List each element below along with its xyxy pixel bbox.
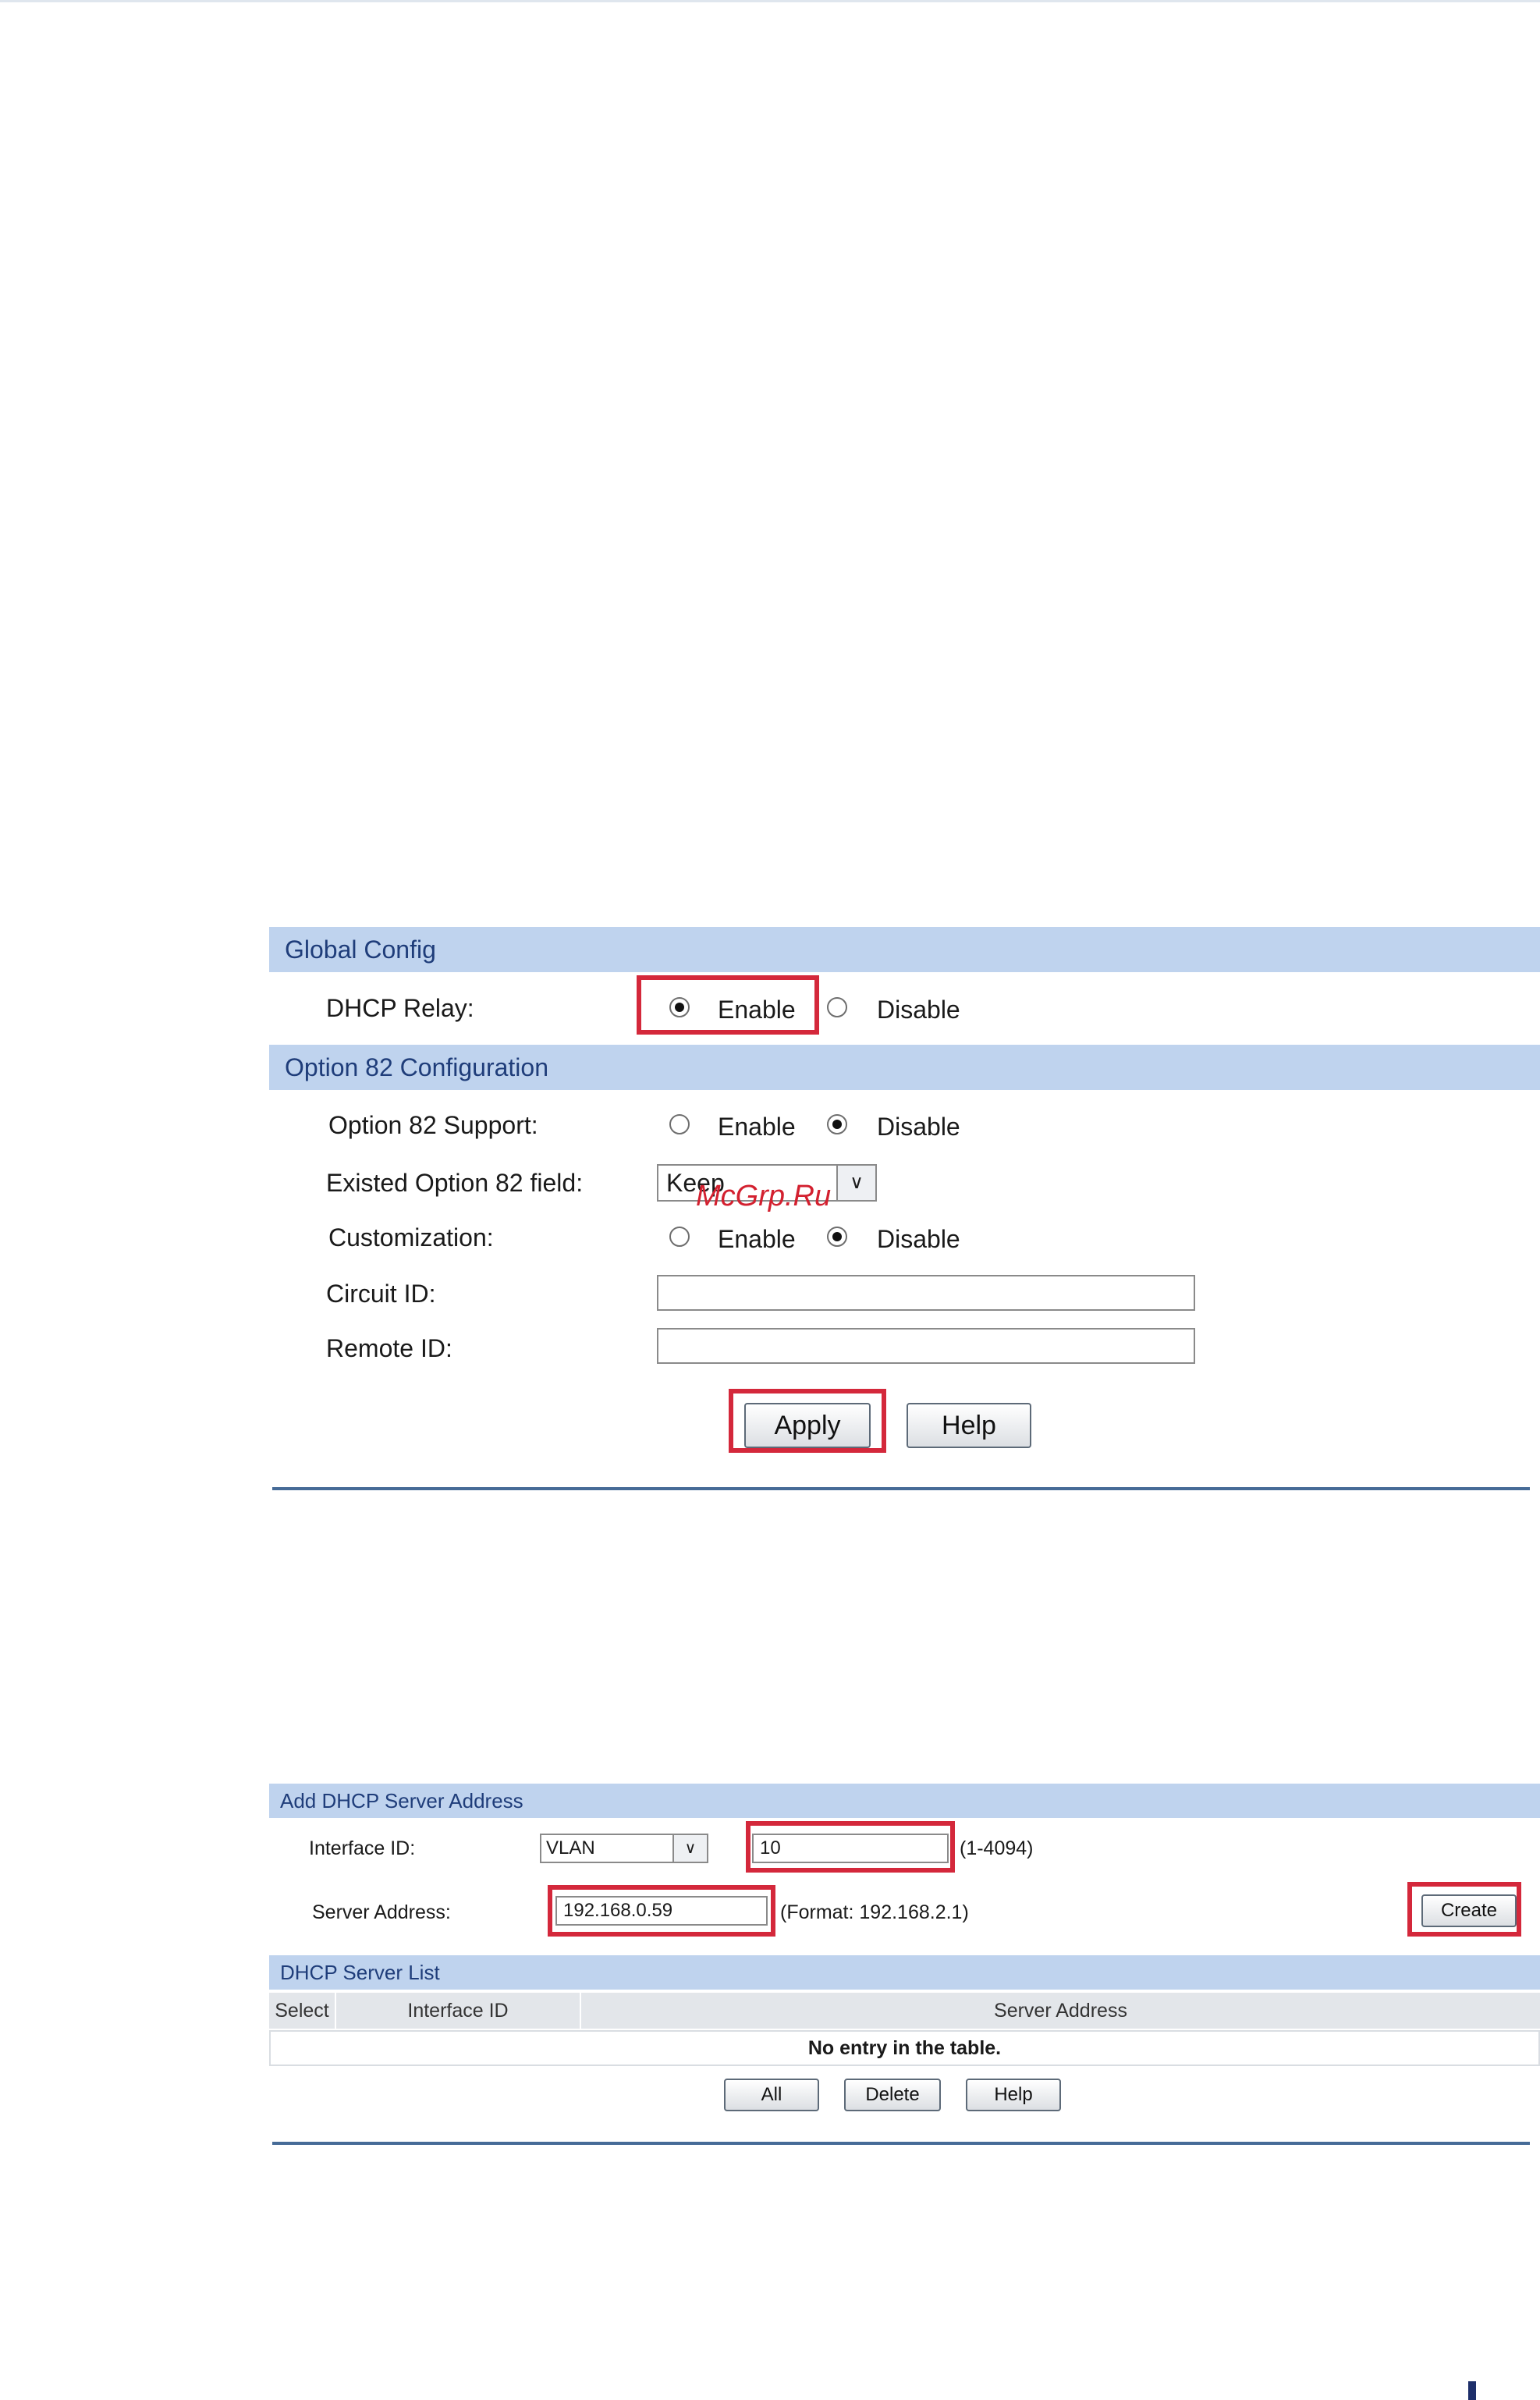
help-button[interactable]: Help — [966, 2079, 1061, 2111]
option82-title: Option 82 Configuration — [285, 1053, 548, 1081]
add-dhcp-server-header: Add DHCP Server Address — [269, 1784, 1540, 1818]
customization-disable-label[interactable]: Disable — [877, 1223, 960, 1255]
add-dhcp-server-title: Add DHCP Server Address — [280, 1789, 523, 1812]
option82-support-disable-radio[interactable] — [827, 1114, 847, 1134]
dhcp-relay-enable-highlight — [637, 975, 819, 1035]
column-header-server-address-label: Server Address — [994, 2000, 1127, 2022]
dhcp-relay-disable-label[interactable]: Disable — [877, 994, 960, 1025]
server-address-highlight — [548, 1885, 775, 1937]
panel1-bottom-divider — [272, 1487, 1530, 1490]
interface-type-select[interactable]: VLAN ∨ — [540, 1834, 708, 1863]
dhcp-server-list-header: DHCP Server List — [269, 1955, 1540, 1990]
chevron-down-icon[interactable]: ∨ — [672, 1835, 707, 1862]
remote-id-label: Remote ID: — [326, 1334, 452, 1362]
create-button-highlight — [1407, 1882, 1521, 1937]
remote-id-input[interactable] — [657, 1328, 1195, 1364]
option82-header: Option 82 Configuration — [269, 1045, 1540, 1090]
vlan-id-highlight — [746, 1821, 955, 1873]
page-top-rule — [0, 0, 1540, 2]
help-button[interactable]: Help — [907, 1403, 1031, 1448]
option82-support-disable-label[interactable]: Disable — [877, 1111, 960, 1142]
customization-enable-radio[interactable] — [669, 1227, 690, 1247]
circuit-id-label: Circuit ID: — [326, 1280, 436, 1308]
delete-button[interactable]: Delete — [844, 2079, 941, 2111]
page-corner-mark — [1468, 2381, 1476, 2400]
apply-button-highlight — [729, 1389, 886, 1453]
panel2-bottom-divider — [272, 2142, 1530, 2145]
chevron-down-icon[interactable]: ∨ — [836, 1166, 875, 1200]
watermark: McGrp.Ru — [696, 1180, 832, 1212]
table-empty-row: No entry in the table. — [269, 2030, 1540, 2066]
server-address-format-hint: (Format: 192.168.2.1) — [780, 1901, 969, 1923]
select-all-button[interactable]: All — [724, 2079, 819, 2111]
existed-option82-field-label: Existed Option 82 field: — [326, 1169, 584, 1197]
interface-id-label: Interface ID: — [309, 1837, 416, 1859]
customization-enable-label[interactable]: Enable — [718, 1223, 796, 1255]
option82-support-enable-radio[interactable] — [669, 1114, 690, 1134]
option82-support-enable-label[interactable]: Enable — [718, 1111, 796, 1142]
column-header-select: Select — [269, 1993, 335, 2029]
customization-label: Customization: — [328, 1223, 494, 1251]
column-header-interface-id-label: Interface ID — [407, 2000, 509, 2022]
option82-support-label: Option 82 Support: — [328, 1111, 538, 1139]
interface-range-hint: (1-4094) — [960, 1837, 1034, 1859]
table-empty-message: No entry in the table. — [807, 2037, 1002, 2059]
dhcp-server-list-title: DHCP Server List — [280, 1961, 440, 1984]
dhcp-relay-label: DHCP Relay: — [326, 994, 474, 1022]
column-header-server-address: Server Address — [581, 1993, 1540, 2029]
interface-type-value: VLAN — [546, 1837, 595, 1859]
column-header-interface-id: Interface ID — [336, 1993, 580, 2029]
circuit-id-input[interactable] — [657, 1275, 1195, 1311]
global-config-header: Global Config — [269, 927, 1540, 972]
dhcp-relay-disable-radio[interactable] — [827, 997, 847, 1017]
column-header-select-label: Select — [275, 2000, 329, 2022]
global-config-title: Global Config — [285, 936, 436, 964]
customization-disable-radio[interactable] — [827, 1227, 847, 1247]
server-address-label: Server Address: — [312, 1901, 451, 1923]
